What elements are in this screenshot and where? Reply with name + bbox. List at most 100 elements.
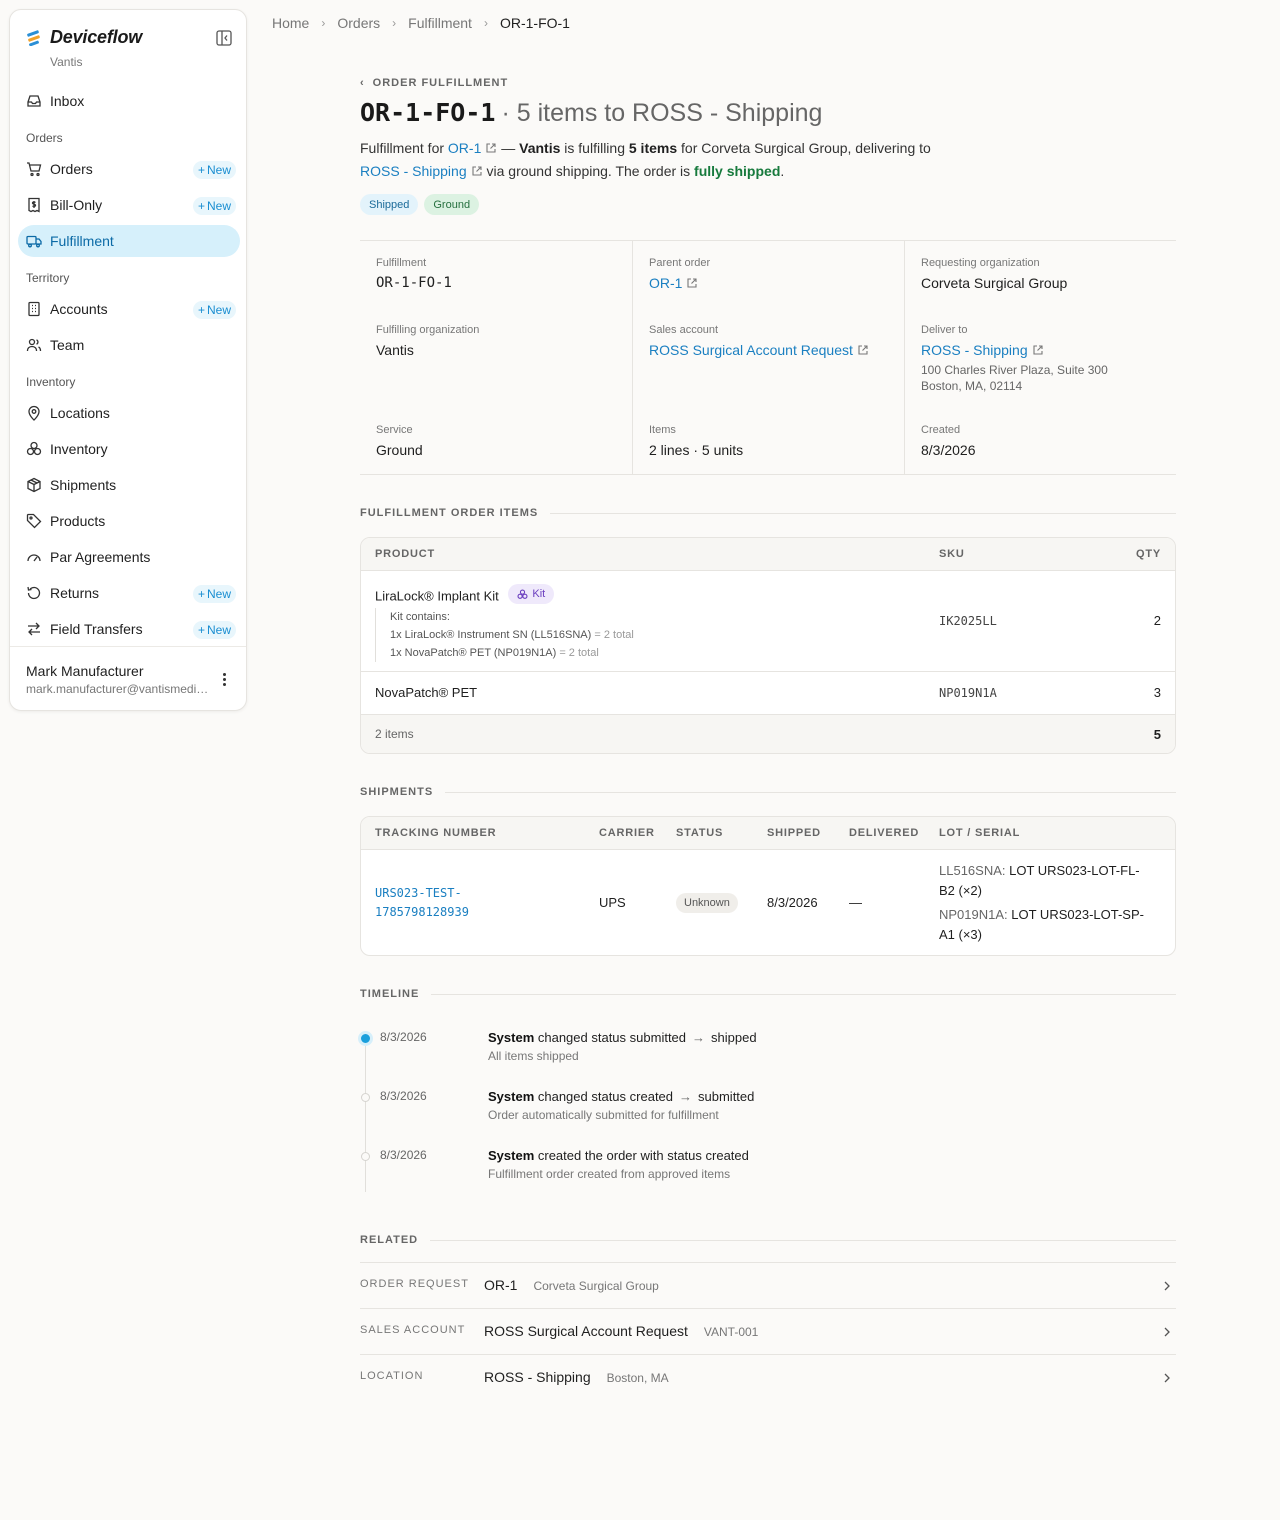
sidebar-item-label: Team <box>50 337 85 353</box>
table-footer: 2 items 5 <box>361 715 1175 753</box>
detail-value: 2 lines · 5 units <box>649 442 744 458</box>
shipment-delivered-date: — <box>849 895 862 910</box>
timeline-text: System changed status submitted → shipped <box>488 1030 757 1045</box>
sidebar-item-accounts[interactable]: Accounts + New <box>18 293 240 325</box>
sidebar-item-par-agreements[interactable]: Par Agreements <box>18 541 240 573</box>
external-link-icon[interactable] <box>471 165 483 177</box>
new-return-button[interactable]: + New <box>192 585 236 603</box>
tracking-number-part[interactable]: URS023-TEST- <box>375 884 469 903</box>
lot-sku: NP019N1A: <box>939 907 1008 922</box>
related-row-location[interactable]: LOCATION ROSS - Shipping Boston, MA <box>360 1354 1176 1400</box>
details-grid: Fulfillment OR-1-FO-1 Fulfilling organiz… <box>360 240 1176 475</box>
status-pills: Shipped Ground <box>360 194 480 215</box>
timeline-date: 8/3/2026 <box>380 1089 427 1103</box>
external-link-icon[interactable] <box>485 142 497 154</box>
sidebar-item-orders[interactable]: Orders + New <box>18 153 240 185</box>
destination-link[interactable]: ROSS - Shipping <box>360 163 467 179</box>
sidebar-item-returns[interactable]: Returns + New <box>18 577 240 609</box>
column-header-tracking: TRACKING NUMBER <box>375 827 497 839</box>
related-row-sales-account[interactable]: SALES ACCOUNT ROSS Surgical Account Requ… <box>360 1308 1176 1354</box>
sidebar-item-label: Products <box>50 513 106 529</box>
column-header-sku: SKU <box>939 548 965 560</box>
plus-icon: + <box>197 303 205 317</box>
sidebar-item-inbox[interactable]: Inbox <box>18 85 240 117</box>
column-header-shipped: SHIPPED <box>767 827 821 839</box>
lot-entry: NP019N1A: LOT URS023-LOT-SP- A1 (×3) <box>939 905 1169 945</box>
kit-badge-label: Kit <box>532 588 546 600</box>
lot-sku: LL516SNA: <box>939 863 1006 878</box>
timeline-action: created the order with status created <box>534 1148 749 1163</box>
new-order-button[interactable]: + New <box>192 161 236 179</box>
map-pin-icon <box>26 405 42 421</box>
deliver-to-value[interactable]: ROSS - Shipping <box>921 342 1108 358</box>
parent-order-link[interactable]: OR-1 <box>649 275 682 291</box>
product-name: LiraLock® Implant Kit <box>375 588 499 604</box>
lot-value: B2 (×2) <box>939 883 982 898</box>
detail-label: Deliver to <box>921 324 968 336</box>
related-row-order-request[interactable]: ORDER REQUEST OR-1 Corveta Surgical Group <box>360 1262 1176 1308</box>
item-sku: IK2025LL <box>939 614 997 628</box>
back-link[interactable]: ‹ ORDER FULFILLMENT <box>360 77 508 89</box>
sidebar-item-shipments[interactable]: Shipments <box>18 469 240 501</box>
cart-icon <box>26 161 42 177</box>
title-description: · 5 items to ROSS - Shipping <box>501 99 823 127</box>
related-title: ROSS Surgical Account Request <box>484 1323 688 1339</box>
address-line: 100 Charles River Plaza, Suite 300 <box>921 363 1108 377</box>
sidebar-item-locations[interactable]: Locations <box>18 397 240 429</box>
tracking-number-link[interactable]: URS023-TEST- 1785798128939 <box>375 884 469 922</box>
lot-value: LOT URS023-LOT-FL- <box>1005 863 1140 878</box>
column-header-qty: QTY <box>1135 548 1161 560</box>
status-badge: Unknown <box>676 893 738 913</box>
new-field-transfer-button[interactable]: + New <box>192 621 236 639</box>
nav-section-inventory: Inventory <box>26 375 76 389</box>
timeline-actor: System <box>488 1089 535 1104</box>
detail-parent-order: Parent order OR-1 <box>649 257 710 291</box>
sales-account-link[interactable]: ROSS Surgical Account Request <box>649 342 853 358</box>
external-link-icon[interactable] <box>1032 344 1044 356</box>
sidebar-item-field-transfers[interactable]: Field Transfers + New <box>18 613 240 645</box>
items-total: 5 <box>1153 727 1161 742</box>
kit-line: 1x LiraLock® Instrument SN (LL516SNA) = … <box>390 626 634 644</box>
user-email: mark.manufacturer@vantismedical.com <box>26 682 211 696</box>
parent-order-value[interactable]: OR-1 <box>649 275 710 291</box>
timeline-text: System changed status created → submitted <box>488 1089 754 1104</box>
timeline-dot <box>361 1034 370 1043</box>
breadcrumb-fulfillment[interactable]: Fulfillment <box>408 15 472 31</box>
sidebar-item-inventory[interactable]: Inventory <box>18 433 240 465</box>
detail-service: Service Ground <box>376 424 423 458</box>
timeline-dot <box>361 1152 370 1161</box>
sales-account-value[interactable]: ROSS Surgical Account Request <box>649 342 869 358</box>
table-row: URS023-TEST- 1785798128939 UPS Unknown 8… <box>361 850 1175 955</box>
sidebar-item-label: Returns <box>50 585 100 601</box>
new-bill-only-button[interactable]: + New <box>192 197 236 215</box>
collapse-sidebar-icon[interactable] <box>215 29 233 47</box>
breadcrumb-home[interactable]: Home <box>272 15 309 31</box>
parent-order-link[interactable]: OR-1 <box>448 140 481 156</box>
new-account-button[interactable]: + New <box>192 301 236 319</box>
brand[interactable]: Deviceflow <box>26 27 142 48</box>
more-vertical-icon[interactable] <box>216 671 232 687</box>
related-title: ROSS - Shipping <box>484 1369 591 1385</box>
detail-label: Created <box>921 424 961 436</box>
summary-part: . <box>780 163 785 179</box>
sidebar-item-bill-only[interactable]: Bill-Only + New <box>18 189 240 221</box>
related-subtitle: Boston, MA <box>606 1371 669 1385</box>
deliver-to-link[interactable]: ROSS - Shipping <box>921 342 1028 358</box>
tracking-number-part[interactable]: 1785798128939 <box>375 903 469 922</box>
external-link-icon[interactable] <box>686 277 698 289</box>
building-icon <box>26 301 42 317</box>
sidebar-item-products[interactable]: Products <box>18 505 240 537</box>
kit-line: 1x NovaPatch® PET (NP019N1A) = 2 total <box>390 644 634 662</box>
sidebar-item-team[interactable]: Team <box>18 329 240 361</box>
sidebar-item-label: Inbox <box>50 93 85 109</box>
breadcrumb-orders[interactable]: Orders <box>337 15 380 31</box>
related-value: ROSS - Shipping Boston, MA <box>484 1369 669 1385</box>
new-label: New <box>206 587 231 601</box>
chevron-right-icon: › <box>392 16 397 30</box>
arrow-right-icon: → <box>692 1030 706 1045</box>
plus-icon: + <box>197 199 205 213</box>
external-link-icon[interactable] <box>857 344 869 356</box>
timeline-action: changed status submitted <box>534 1030 687 1045</box>
sidebar-item-fulfillment[interactable]: Fulfillment <box>18 225 240 257</box>
timeline-line <box>365 1042 366 1192</box>
